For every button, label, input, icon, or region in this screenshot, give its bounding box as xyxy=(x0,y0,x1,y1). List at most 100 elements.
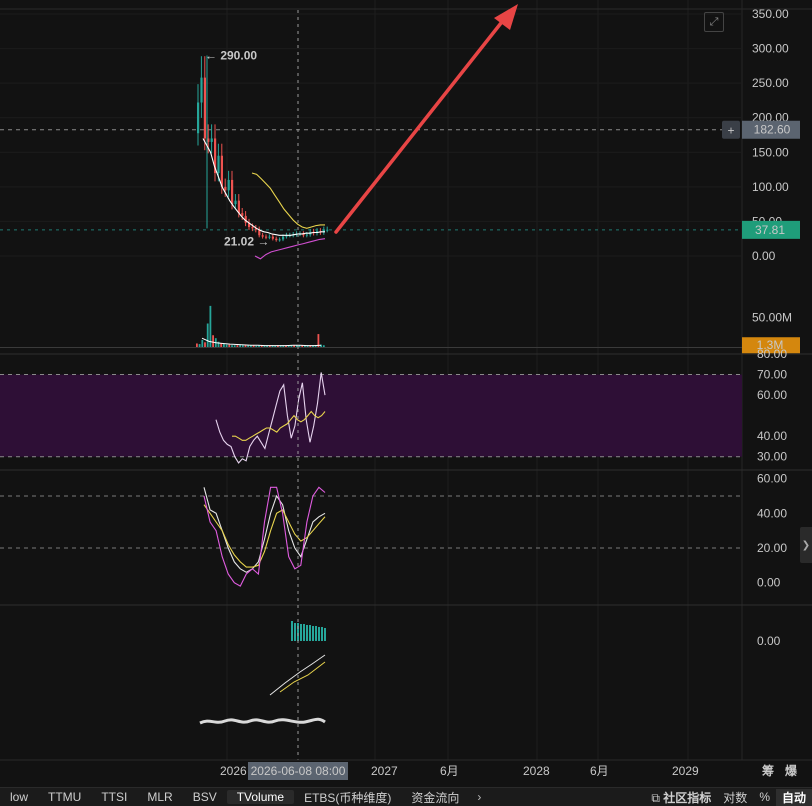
x-axis-label: 2028 xyxy=(523,764,550,778)
candle-body xyxy=(220,155,223,187)
burst-label: 爆 xyxy=(785,763,798,778)
crosshair-time-label: 2026-06-08 08:00 xyxy=(251,764,346,778)
candle-body xyxy=(231,179,234,205)
rsi-y-tick: 70.00 xyxy=(757,368,787,382)
volume-bar xyxy=(244,345,247,347)
expand-icon[interactable]: ⤢ xyxy=(704,12,724,32)
chart-canvas[interactable]: 350.00300.00250.00200.00150.00100.0050.0… xyxy=(0,0,812,805)
indicator-bar xyxy=(300,624,302,641)
volume-bar xyxy=(322,345,325,347)
volume-bar xyxy=(196,343,198,347)
volume-bar xyxy=(209,305,212,347)
community-indicator-button[interactable]: ⧉ 社区指标 xyxy=(645,789,717,806)
candle-body xyxy=(234,200,237,205)
volume-bar xyxy=(223,344,225,347)
add-alert-icon: + xyxy=(727,124,734,138)
volume-bar xyxy=(231,345,233,347)
tab-ttmu[interactable]: TTMU xyxy=(38,790,91,804)
volume-bar xyxy=(233,345,236,347)
candle-body xyxy=(197,102,200,134)
trend-arrow-shaft xyxy=(334,16,507,234)
candle-body xyxy=(278,239,281,241)
price-y-tick: 0.00 xyxy=(752,249,776,263)
auto-scale-toggle[interactable]: 自动 xyxy=(775,788,812,806)
volume-bar xyxy=(220,343,223,347)
low-price-label: 21.02 → xyxy=(224,234,269,248)
rsi-y-tick: 80.00 xyxy=(757,347,787,361)
price-y-tick: 350.00 xyxy=(752,7,789,21)
candle-body xyxy=(282,236,285,240)
tab-tvolume[interactable]: TVolume xyxy=(226,790,295,804)
indicator-bar xyxy=(294,623,296,641)
high-price-label: ← 290.00 xyxy=(205,48,257,62)
kdj-line-2 xyxy=(203,486,326,587)
candle-body xyxy=(271,236,274,239)
indicator-bar xyxy=(291,621,293,641)
indicator-bar xyxy=(315,626,317,641)
price-y-tick: 150.00 xyxy=(752,145,789,159)
chart-svg[interactable]: 350.00300.00250.00200.00150.00100.0050.0… xyxy=(0,0,812,787)
tab-bsv[interactable]: BSV xyxy=(183,790,227,804)
indicator-line-1 xyxy=(279,661,326,693)
tab-low[interactable]: low xyxy=(0,790,38,804)
x-axis-label: 6月 xyxy=(590,764,609,778)
price-y-tick: 300.00 xyxy=(752,42,789,56)
indicator-y-tick: 0.00 xyxy=(757,634,781,648)
candle-body xyxy=(305,234,308,236)
indicator-bar xyxy=(306,625,308,641)
indicator-bar xyxy=(312,626,314,641)
log-scale-toggle[interactable]: 对数 xyxy=(717,789,753,806)
indicator-bar xyxy=(303,624,305,641)
volume-bar xyxy=(225,344,228,347)
chip-distribution-label: 筹 xyxy=(762,763,774,778)
last-price-label: 37.81 xyxy=(755,223,785,237)
candle-body xyxy=(241,213,244,216)
community-indicator-label: 社区指标 xyxy=(663,790,712,805)
price-ma-line-1 xyxy=(251,172,325,229)
kdj-y-tick: 60.00 xyxy=(757,472,787,486)
candle-body xyxy=(217,155,220,174)
tab-ttsi[interactable]: TTSI xyxy=(91,790,137,804)
volume-bar xyxy=(201,339,204,347)
x-axis-label: 2026 xyxy=(220,764,247,778)
indicator-bar xyxy=(321,627,323,641)
volume-ma-line xyxy=(201,337,322,347)
price-y-tick: 250.00 xyxy=(752,76,789,90)
volume-bar xyxy=(198,344,201,347)
x-axis-label: 2027 xyxy=(371,764,398,778)
candle-body xyxy=(227,179,230,191)
candle-body xyxy=(200,77,203,103)
x-axis-label: 2029 xyxy=(672,764,699,778)
candle-body xyxy=(207,138,210,142)
percent-scale-toggle[interactable]: % xyxy=(753,790,776,804)
kdj-y-tick: 20.00 xyxy=(757,541,787,555)
candle-body xyxy=(275,238,278,241)
volume-bar xyxy=(228,344,231,347)
rsi-y-tick: 30.00 xyxy=(757,450,787,464)
indicator-bar xyxy=(297,623,299,641)
tab-etbs[interactable]: ETBS(币种维度) xyxy=(294,789,401,806)
tab-fund-flow[interactable]: 资金流向 xyxy=(401,789,469,806)
candle-body xyxy=(326,229,329,231)
rsi-y-tick: 60.00 xyxy=(757,388,787,402)
volume-bar xyxy=(236,345,239,347)
indicator-bar xyxy=(309,625,311,641)
panel-toggle-icon[interactable]: ❯ xyxy=(800,527,812,563)
indicator-line-2 xyxy=(199,717,326,725)
volume-y-tick: 50.00M xyxy=(752,311,792,325)
rsi-y-tick: 40.00 xyxy=(757,429,787,443)
tab-mlr[interactable]: MLR xyxy=(137,790,182,804)
kdj-y-tick: 40.00 xyxy=(757,506,787,520)
price-y-tick: 100.00 xyxy=(752,180,789,194)
indicator-bar xyxy=(318,627,320,641)
volume-bar xyxy=(241,345,244,347)
candle-body xyxy=(203,77,206,139)
x-axis-label: 6月 xyxy=(440,764,459,778)
chevron-right-icon[interactable]: › xyxy=(469,790,489,804)
candle-body xyxy=(251,226,254,229)
crosshair-price-label: 182.60 xyxy=(754,123,791,137)
kdj-y-tick: 0.00 xyxy=(757,576,781,590)
rsi-band xyxy=(0,374,742,457)
candle-body xyxy=(210,138,213,142)
volume-bar xyxy=(212,335,214,347)
